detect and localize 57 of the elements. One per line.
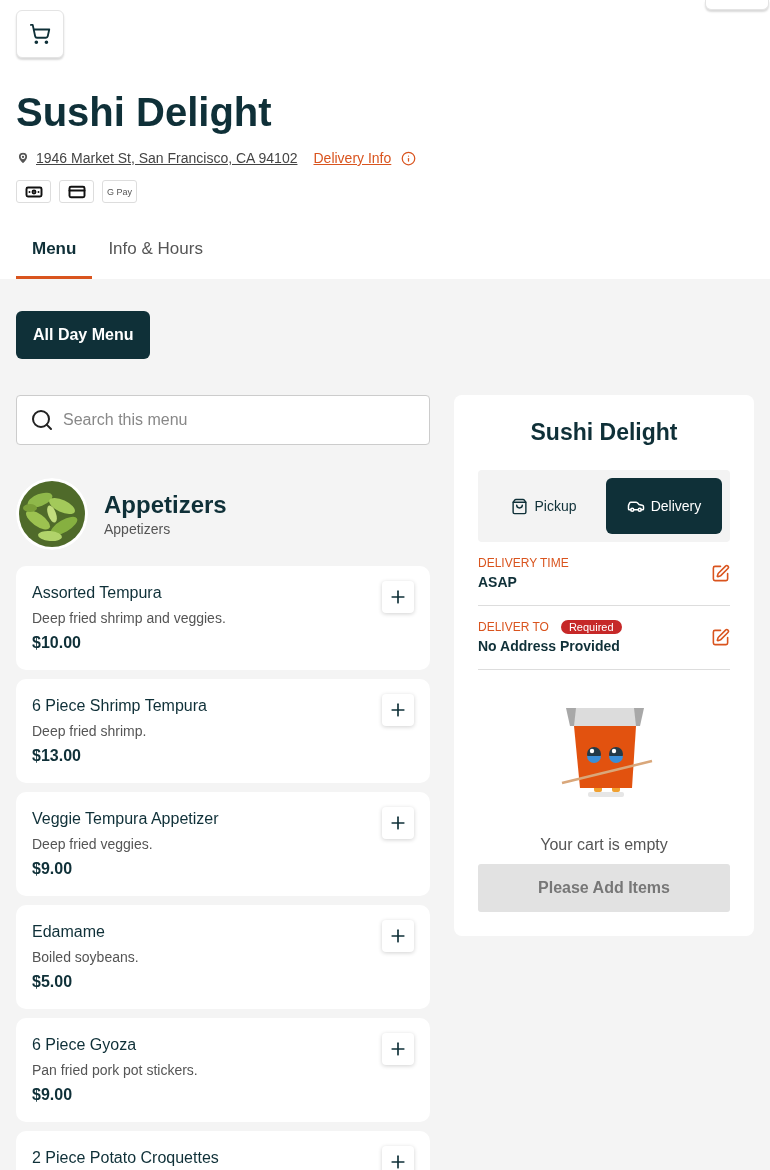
- order-mode-button[interactable]: Pickup: [486, 478, 602, 534]
- map-pin-icon: [16, 151, 30, 165]
- menu-item-card[interactable]: 6 Piece Shrimp Tempura Deep fried shrimp. $13.00: [16, 679, 430, 783]
- address-link[interactable]: 1946 Market St, San Francisco, CA 94102: [36, 150, 298, 166]
- search-field[interactable]: Search this menu: [16, 395, 430, 445]
- edit-button[interactable]: [711, 563, 730, 583]
- item-description: Boiled soybeans.: [32, 949, 140, 965]
- item-price: $5.00: [32, 973, 74, 991]
- item-description: Deep fried veggies.: [32, 836, 154, 852]
- search-icon: [30, 408, 54, 432]
- item-description: Deep fried shrimp and veggies.: [32, 610, 227, 626]
- panel-title: Sushi Delight: [529, 419, 679, 446]
- field-label: DELIVER TO: [478, 620, 549, 634]
- menu-button[interactable]: All Day Menu: [16, 311, 151, 359]
- menu-item-card[interactable]: 2 Piece Potato Croquettes: [16, 1131, 430, 1170]
- restaurant-name: Sushi Delight: [16, 89, 273, 136]
- item-price: $9.00: [32, 1086, 74, 1104]
- menu-item-card[interactable]: Veggie Tempura Appetizer Deep fried veggies. $9.00: [16, 792, 430, 896]
- item-name: 6 Piece Gyoza: [32, 1036, 137, 1054]
- card-icon: [59, 180, 94, 203]
- item-description: Pan fried pork pot stickers.: [32, 1062, 199, 1078]
- item-name: 6 Piece Shrimp Tempura: [32, 697, 207, 715]
- item-name: 2 Piece Potato Croquettes: [32, 1149, 219, 1167]
- cart-icon: [29, 23, 51, 45]
- item-description: Deep fried shrimp.: [32, 723, 148, 739]
- menu-item-card[interactable]: 6 Piece Gyoza Pan fried pork pot stickers. $9.00: [16, 1018, 430, 1122]
- add-button[interactable]: [382, 694, 414, 726]
- info-icon[interactable]: [401, 150, 417, 166]
- category-title: Appetizers: [104, 491, 227, 519]
- item-price: $10.00: [32, 634, 82, 652]
- menu-tab[interactable]: Menu: [16, 227, 93, 279]
- item-price: $13.00: [32, 747, 82, 765]
- add-button[interactable]: [382, 581, 414, 613]
- category-subtitle: Appetizers: [104, 521, 172, 537]
- add-button[interactable]: [382, 1146, 414, 1170]
- menu-item-card[interactable]: Assorted Tempura Deep fried shrimp and veggies. $10.00: [16, 566, 430, 670]
- item-price: $9.00: [32, 860, 74, 878]
- bag-icon: [511, 497, 529, 515]
- add-button[interactable]: [382, 920, 414, 952]
- payment-badge: G Pay: [102, 180, 137, 203]
- empty-cart-message: Your cart is empty: [539, 836, 669, 854]
- menu-item-card[interactable]: Edamame Boiled soybeans. $5.00: [16, 905, 430, 1009]
- field-label: DELIVERY TIME: [478, 556, 569, 570]
- cash-icon: [16, 180, 51, 203]
- menu-tab[interactable]: Info & Hours: [92, 227, 219, 279]
- item-name: Assorted Tempura: [32, 584, 162, 602]
- add-button[interactable]: [382, 1033, 414, 1065]
- required-badge: Required: [560, 620, 622, 634]
- item-name: Edamame: [32, 923, 105, 941]
- order-mode-button[interactable]: Delivery: [606, 478, 722, 534]
- item-name: Veggie Tempura Appetizer: [32, 810, 219, 828]
- field-value: ASAP: [478, 574, 518, 590]
- edit-button[interactable]: [711, 627, 730, 647]
- field-value: No Address Provided: [478, 638, 621, 654]
- cart-button[interactable]: [16, 10, 64, 58]
- delivery-info-link[interactable]: Delivery Info: [313, 150, 392, 166]
- add-button[interactable]: [382, 807, 414, 839]
